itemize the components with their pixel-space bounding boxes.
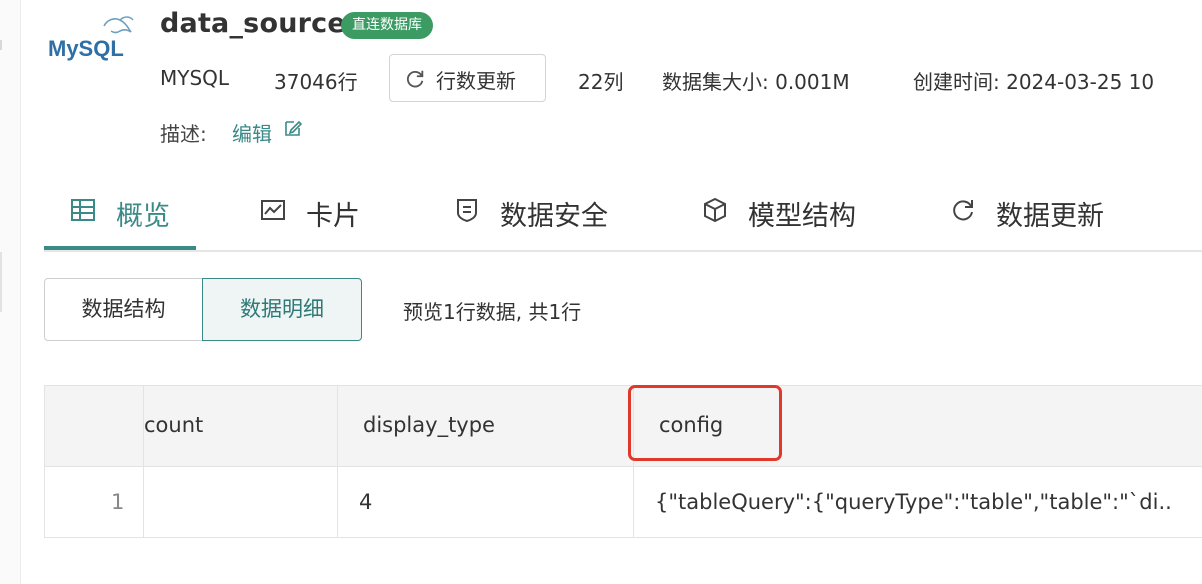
cell-display-type: 4 bbox=[359, 490, 373, 514]
cell-config: {"tableQuery":{"queryType":"table","tabl… bbox=[655, 490, 1172, 514]
description-label: 描述: bbox=[160, 122, 207, 146]
table-header bbox=[45, 386, 1202, 466]
preview-summary: 预览1行数据, 共1行 bbox=[403, 300, 582, 324]
edit-icon[interactable] bbox=[283, 118, 303, 138]
refresh-rows-label: 行数更新 bbox=[436, 69, 516, 93]
tab-overview[interactable]: 概览 bbox=[44, 186, 196, 250]
tab-card[interactable]: 卡片 bbox=[260, 186, 380, 248]
tab-data-update[interactable]: 数据更新 bbox=[950, 186, 1130, 248]
rail-marker bbox=[0, 252, 2, 312]
column-header-display-type[interactable]: display_type bbox=[363, 413, 495, 437]
tab-bar: 概览 卡片 数据安全 模型结构 数据更新 bbox=[44, 186, 1202, 252]
shield-icon bbox=[457, 199, 477, 223]
rail-marker bbox=[0, 40, 2, 50]
row-index: 1 bbox=[111, 490, 125, 514]
active-tab-indicator bbox=[44, 246, 196, 250]
refresh-rows-button[interactable]: 行数更新 bbox=[389, 54, 546, 102]
tab-data-security[interactable]: 数据安全 bbox=[454, 186, 634, 248]
tab-model-structure[interactable]: 模型结构 bbox=[702, 186, 882, 248]
segment-data-detail[interactable]: 数据明细 bbox=[202, 278, 362, 341]
dataset-title: data_source bbox=[160, 8, 346, 39]
db-type: MYSQL bbox=[160, 66, 230, 90]
tab-label: 模型结构 bbox=[748, 201, 856, 232]
logo-text: MySQL bbox=[48, 36, 124, 61]
left-rail bbox=[0, 0, 21, 584]
segment-data-structure[interactable]: 数据结构 bbox=[44, 278, 203, 341]
data-preview-table: count display_type config 1 4 {"tableQue… bbox=[44, 385, 1202, 538]
chart-icon bbox=[261, 200, 285, 220]
tab-label: 数据安全 bbox=[500, 201, 608, 232]
column-header-count[interactable]: count bbox=[144, 413, 203, 437]
refresh-icon bbox=[407, 70, 424, 88]
tab-label: 卡片 bbox=[306, 201, 360, 232]
dataset-size: 数据集大小: 0.001M bbox=[662, 70, 850, 94]
mysql-logo: MySQL bbox=[48, 16, 134, 61]
created-time: 创建时间: 2024-03-25 10 bbox=[913, 70, 1155, 94]
column-divider bbox=[337, 386, 338, 538]
column-divider bbox=[143, 386, 144, 538]
highlight-box bbox=[628, 385, 782, 461]
row-count: 37046行 bbox=[274, 70, 358, 94]
table-icon bbox=[71, 199, 95, 221]
cube-icon bbox=[704, 197, 726, 223]
connection-badge: 直连数据库 bbox=[341, 12, 433, 39]
column-count: 22列 bbox=[578, 70, 624, 94]
tab-label: 概览 bbox=[116, 201, 170, 232]
tab-label: 数据更新 bbox=[996, 201, 1104, 232]
refresh-icon bbox=[953, 200, 973, 221]
edit-description-link[interactable]: 编辑 bbox=[232, 118, 272, 147]
row-divider bbox=[45, 466, 1202, 467]
